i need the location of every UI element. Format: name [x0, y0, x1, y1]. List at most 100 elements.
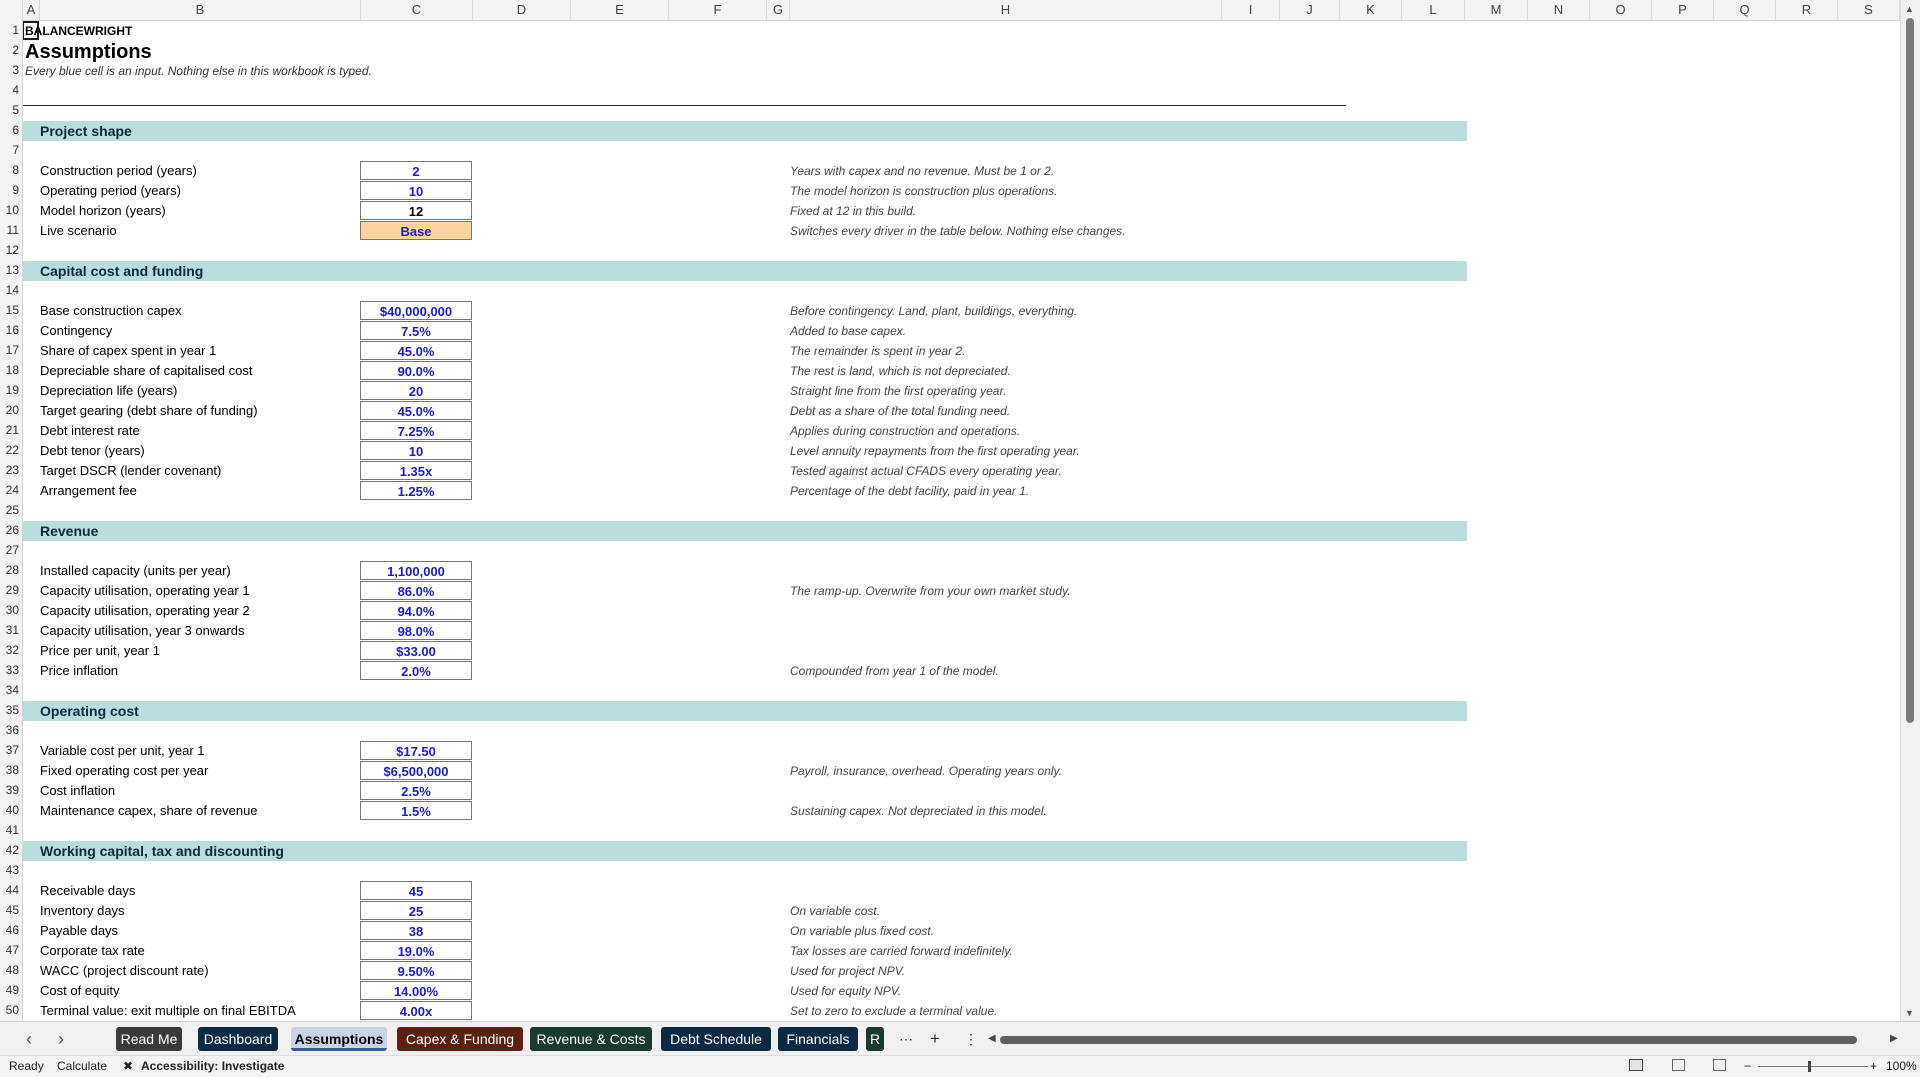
hscroll-right-icon[interactable]: ▶ — [1882, 1027, 1906, 1051]
row-header[interactable]: 10 — [0, 200, 22, 220]
assumption-value[interactable]: 2.5% — [360, 781, 472, 800]
row-header[interactable]: 3 — [0, 60, 22, 80]
column-header[interactable]: K — [1340, 0, 1402, 20]
row-header[interactable]: 35 — [0, 700, 22, 720]
assumption-value[interactable]: 25 — [360, 901, 472, 920]
row-header[interactable]: 50 — [0, 1000, 22, 1020]
assumption-value[interactable]: 98.0% — [360, 621, 472, 640]
zoom-out-icon[interactable]: − — [1744, 1056, 1751, 1077]
row-header[interactable]: 8 — [0, 160, 22, 180]
row-header[interactable]: 26 — [0, 520, 22, 540]
zoom-slider[interactable] — [1758, 1066, 1868, 1067]
row-header[interactable]: 15 — [0, 300, 22, 320]
assumption-value[interactable]: 10 — [360, 441, 472, 460]
tab-revenue-costs[interactable]: Revenue & Costs — [530, 1027, 652, 1051]
row-header[interactable]: 36 — [0, 720, 22, 740]
row-header[interactable]: 31 — [0, 620, 22, 640]
row-header[interactable]: 41 — [0, 820, 22, 840]
assumption-value[interactable]: $17.50 — [360, 741, 472, 760]
assumption-value[interactable]: $33.00 — [360, 641, 472, 660]
row-header[interactable]: 21 — [0, 420, 22, 440]
assumption-value[interactable]: 45 — [360, 881, 472, 900]
column-header[interactable]: C — [361, 0, 473, 20]
assumption-value[interactable]: $6,500,000 — [360, 761, 472, 780]
row-header[interactable]: 22 — [0, 440, 22, 460]
row-header[interactable]: 29 — [0, 580, 22, 600]
column-header[interactable]: M — [1465, 0, 1528, 20]
row-header[interactable]: 32 — [0, 640, 22, 660]
column-header[interactable]: Q — [1714, 0, 1776, 20]
assumption-value[interactable]: 38 — [360, 921, 472, 940]
assumption-value[interactable]: 45.0% — [360, 341, 472, 360]
tab-partial[interactable]: R — [866, 1027, 884, 1051]
row-header[interactable]: 14 — [0, 280, 22, 300]
sheet-grid[interactable]: BALANCEWRIGHT Assumptions Every blue cell … — [23, 21, 1901, 1021]
calculate-button[interactable]: Calculate — [57, 1056, 107, 1077]
row-header[interactable]: 1 — [0, 20, 22, 40]
vertical-scrollbar[interactable]: ▲ ▼ — [1900, 0, 1920, 1021]
row-header[interactable]: 23 — [0, 460, 22, 480]
row-header[interactable]: 4 — [0, 80, 22, 100]
row-header[interactable]: 19 — [0, 380, 22, 400]
assumption-value[interactable]: 20 — [360, 381, 472, 400]
scroll-thumb[interactable] — [1906, 18, 1914, 723]
column-header[interactable]: G — [767, 0, 790, 20]
column-header[interactable]: N — [1528, 0, 1590, 20]
tab-capex-funding[interactable]: Capex & Funding — [397, 1027, 523, 1051]
assumption-value[interactable]: 2 — [360, 161, 472, 180]
column-header[interactable]: A — [23, 0, 40, 20]
row-header[interactable]: 9 — [0, 180, 22, 200]
normal-view-icon[interactable] — [1629, 1059, 1643, 1071]
assumption-value[interactable]: 45.0% — [360, 401, 472, 420]
zoom-thumb[interactable] — [1808, 1061, 1811, 1072]
assumption-value[interactable]: 86.0% — [360, 581, 472, 600]
assumption-value[interactable]: 9.50% — [360, 961, 472, 980]
row-header[interactable]: 33 — [0, 660, 22, 680]
scroll-down-icon[interactable]: ▼ — [1905, 1008, 1914, 1018]
row-header[interactable]: 34 — [0, 680, 22, 700]
row-header[interactable]: 13 — [0, 260, 22, 280]
assumption-value[interactable]: 2.0% — [360, 661, 472, 680]
column-header[interactable]: O — [1590, 0, 1652, 20]
assumption-value[interactable]: 19.0% — [360, 941, 472, 960]
column-header[interactable]: S — [1838, 0, 1900, 20]
column-header[interactable]: H — [790, 0, 1222, 20]
row-header[interactable]: 17 — [0, 340, 22, 360]
row-header[interactable]: 40 — [0, 800, 22, 820]
row-header[interactable]: 48 — [0, 960, 22, 980]
assumption-value[interactable]: 94.0% — [360, 601, 472, 620]
assumption-value[interactable]: 4.00x — [360, 1001, 472, 1020]
tab-next-icon[interactable]: › — [50, 1027, 72, 1051]
row-header[interactable]: 18 — [0, 360, 22, 380]
more-tabs-icon[interactable]: ⋯ — [891, 1027, 921, 1051]
assumption-value[interactable]: 90.0% — [360, 361, 472, 380]
row-header[interactable]: 12 — [0, 240, 22, 260]
row-header[interactable]: 24 — [0, 480, 22, 500]
row-header[interactable]: 28 — [0, 560, 22, 580]
page-layout-icon[interactable] — [1672, 1059, 1685, 1071]
assumption-value[interactable]: 14.00% — [360, 981, 472, 1000]
row-header[interactable]: 16 — [0, 320, 22, 340]
accessibility-status[interactable]: Accessibility: Investigate — [141, 1056, 284, 1077]
row-header[interactable]: 25 — [0, 500, 22, 520]
tab-debt-schedule[interactable]: Debt Schedule — [661, 1027, 771, 1051]
assumption-value[interactable]: 1.25% — [360, 481, 472, 500]
assumption-value[interactable]: 1.35x — [360, 461, 472, 480]
zoom-in-icon[interactable]: + — [1870, 1056, 1877, 1077]
assumption-value[interactable]: 7.5% — [360, 321, 472, 340]
assumption-value[interactable]: 7.25% — [360, 421, 472, 440]
assumption-value[interactable]: Base — [360, 221, 472, 240]
row-header[interactable]: 37 — [0, 740, 22, 760]
row-header[interactable]: 45 — [0, 900, 22, 920]
column-header[interactable]: F — [669, 0, 767, 20]
row-header[interactable]: 46 — [0, 920, 22, 940]
row-header[interactable]: 6 — [0, 120, 22, 140]
column-header[interactable]: P — [1652, 0, 1714, 20]
tab-dashboard[interactable]: Dashboard — [198, 1027, 278, 1051]
column-header[interactable]: B — [40, 0, 361, 20]
tab-read-me[interactable]: Read Me — [116, 1027, 182, 1051]
row-header[interactable]: 39 — [0, 780, 22, 800]
row-header[interactable]: 5 — [0, 100, 22, 120]
assumption-value[interactable]: 1.5% — [360, 801, 472, 820]
tab-assumptions[interactable]: Assumptions — [291, 1027, 387, 1051]
